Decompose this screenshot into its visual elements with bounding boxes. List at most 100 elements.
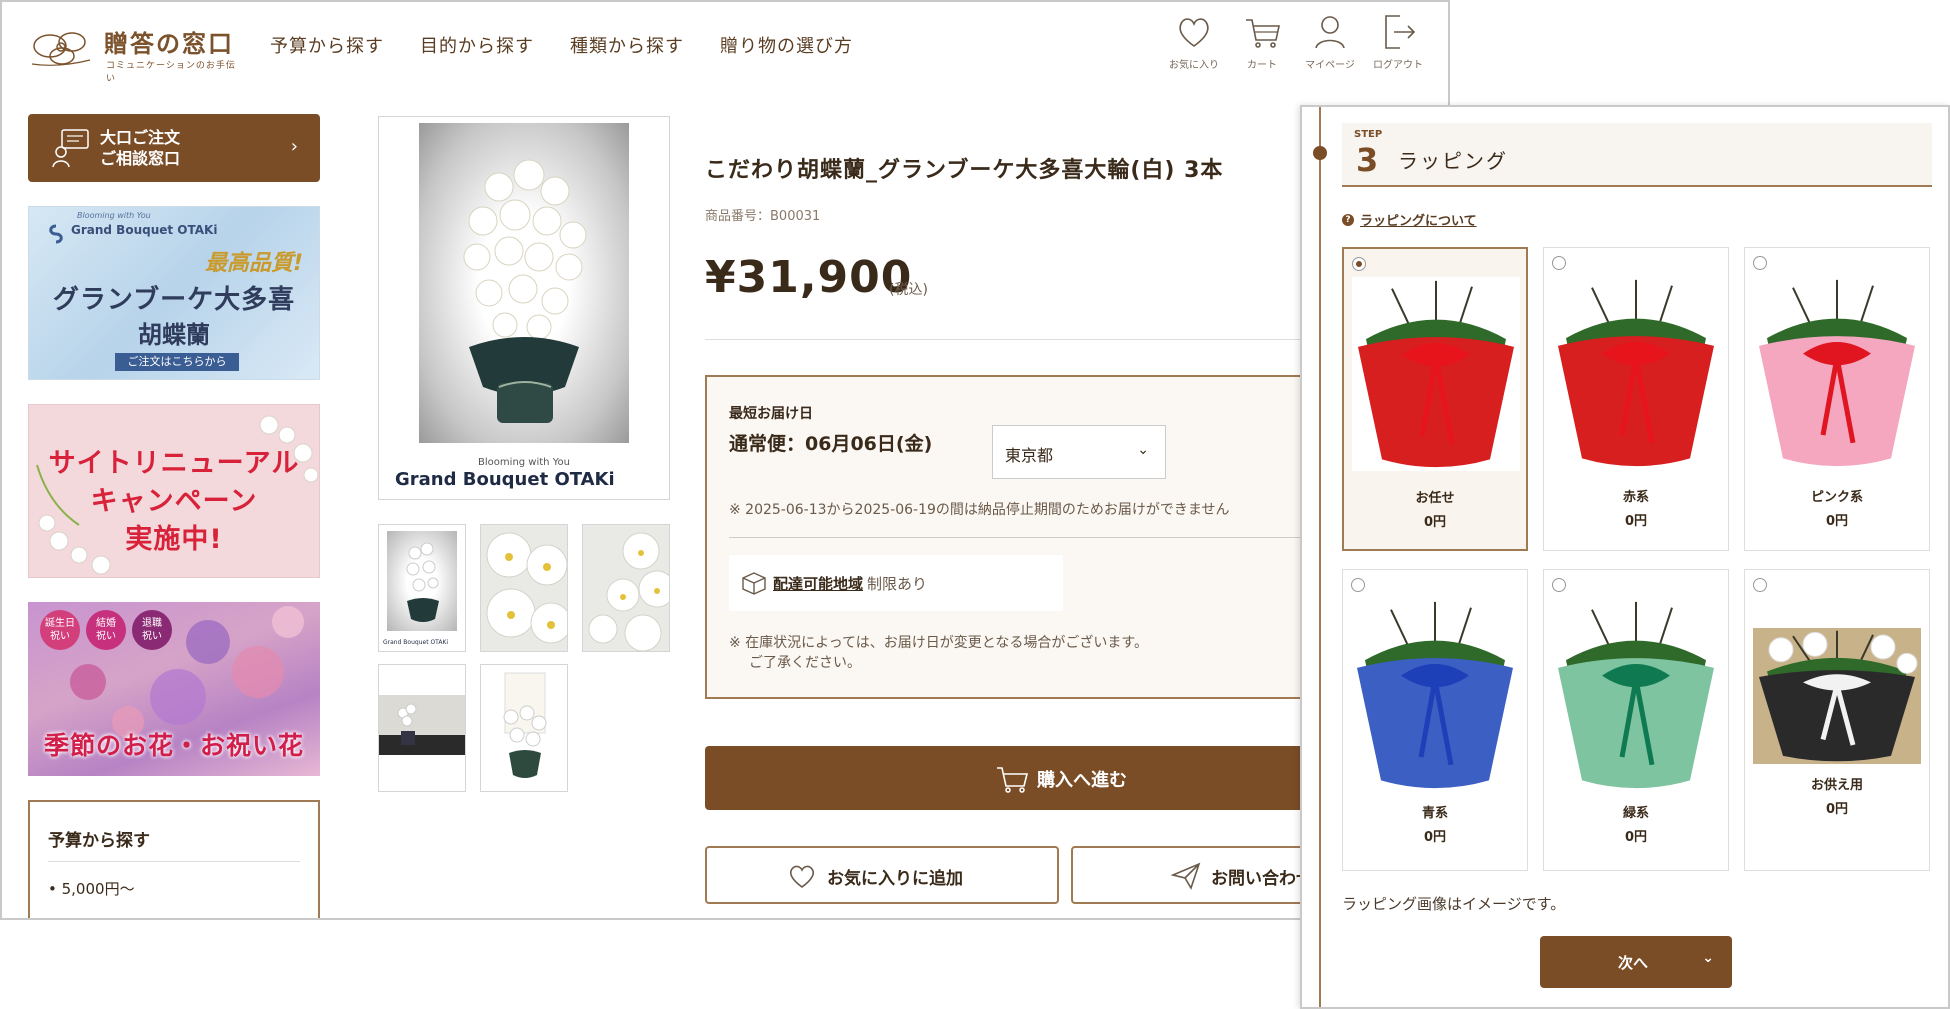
logout-link[interactable]: ログアウト — [1364, 12, 1432, 71]
prefecture-value: 東京都 — [1005, 446, 1054, 465]
about-wrapping-link[interactable]: ? ラッピングについて — [1342, 210, 1477, 229]
tag-birthday-l2: 祝い — [50, 631, 70, 642]
wrapping-option-radio[interactable] — [1552, 578, 1566, 592]
user-icon — [1315, 16, 1345, 49]
bulk-order-button[interactable]: 大口ご注文 ご相談窓口 › — [28, 114, 320, 182]
cart-icon — [1246, 19, 1280, 48]
wrapping-option-card[interactable]: 青系 0円 — [1342, 569, 1528, 871]
tag-retirement-l1: 退職 — [142, 618, 162, 629]
site-logo[interactable]: 贈答の窓口 コミュニケーションのお手伝い — [28, 22, 238, 84]
orchid-pot-image — [463, 159, 587, 423]
product-main-image[interactable]: Blooming with You Grand Bouquet OTAKi — [378, 116, 670, 500]
send-icon — [1171, 862, 1201, 890]
nav-type[interactable]: 種類から探す — [570, 32, 684, 58]
product-code: 商品番号：B00031 — [705, 209, 821, 224]
banner-title-line1: グランブーケ大多喜 — [52, 285, 296, 315]
seasonal-title: 季節のお花・お祝い花 — [43, 731, 304, 760]
add-to-favorites-button[interactable]: お気に入りに追加 — [705, 846, 1059, 904]
favorites-label: お気に入り — [1169, 60, 1219, 71]
step-progress-dot — [1313, 146, 1327, 160]
product-page-window: 贈答の窓口 コミュニケーションのお手伝い 予算から探す 目的から探す 種類から探… — [0, 0, 1450, 920]
image-caption-tagline: Blooming with You — [478, 457, 570, 468]
wrapping-photo — [1351, 598, 1519, 792]
product-thumbnail[interactable] — [480, 664, 568, 792]
wrapping-option-radio[interactable] — [1753, 578, 1767, 592]
bulk-order-line2: ご相談窓口 — [100, 149, 181, 168]
wrapping-option-price: 0円 — [1624, 830, 1648, 845]
cart-link[interactable]: カート — [1228, 12, 1296, 71]
site-header: 贈答の窓口 コミュニケーションのお手伝い 予算から探す 目的から探す 種類から探… — [2, 2, 1448, 92]
banner-grand-bouquet[interactable]: Blooming with You Grand Bouquet OTAKi 最高… — [28, 206, 320, 380]
product-thumbnail[interactable] — [582, 524, 670, 652]
wrapping-option-card[interactable]: お任せ 0円 — [1342, 247, 1528, 551]
banner-renewal-campaign[interactable]: サイトリニューアル キャンペーン 実施中! — [28, 404, 320, 578]
wrapping-option-radio[interactable] — [1352, 257, 1366, 271]
banner-brand-name: Grand Bouquet OTAKi — [71, 223, 218, 237]
tax-note: (税込) — [889, 282, 928, 298]
purchase-label: 購入へ進む — [1037, 770, 1127, 791]
banner-title-line2: 胡蝶蘭 — [138, 321, 210, 349]
step-progress-line — [1319, 107, 1321, 1007]
brand-mark-icon — [49, 224, 63, 244]
wrapping-option-name: 赤系 — [1622, 490, 1649, 505]
logo-subtitle: コミュニケーションのお手伝い — [106, 61, 236, 84]
nav-purpose[interactable]: 目的から探す — [420, 32, 534, 58]
tag-wedding-l2: 祝い — [96, 631, 116, 642]
chevron-down-icon: ⌄ — [1137, 442, 1149, 458]
wrapping-option-card[interactable]: 緑系 0円 — [1543, 569, 1729, 871]
budget-heading: 予算から探す — [48, 826, 300, 862]
wrapping-photo — [1552, 276, 1720, 470]
thumb-orchid-closeup — [486, 532, 567, 644]
wrapping-photo — [1352, 277, 1520, 471]
cart-label: カート — [1247, 60, 1277, 71]
cart-icon — [997, 767, 1029, 793]
thumb-orchid-side — [588, 532, 669, 651]
product-thumbnail[interactable] — [480, 524, 568, 652]
wrapping-option-radio[interactable] — [1753, 256, 1767, 270]
wrapping-image-note: ラッピング画像はイメージです。 — [1342, 895, 1566, 913]
logo-title: 贈答の窓口 — [104, 30, 234, 58]
banner-cta: ご注文はこちらから — [115, 353, 239, 371]
inquiry-label: お問い合わせ — [1211, 868, 1313, 889]
wrapping-option-name: 青系 — [1421, 806, 1448, 821]
budget-item[interactable]: • 5,000円〜 — [48, 878, 300, 899]
wrapping-photo — [1552, 598, 1720, 792]
product-thumbnail[interactable] — [378, 664, 466, 792]
budget-item-label: 5,000円〜 — [61, 880, 135, 898]
wrapping-option-card[interactable]: 赤系 0円 — [1543, 247, 1729, 551]
main-nav: 予算から探す 目的から探す 種類から探す 贈り物の選び方 — [270, 32, 853, 58]
chevron-right-icon: › — [290, 136, 298, 157]
wrapping-option-card[interactable]: ピンク系 0円 — [1744, 247, 1930, 551]
thumb-orchid-pot — [406, 542, 439, 622]
prefecture-select[interactable]: 東京都 ⌄ — [992, 425, 1166, 479]
wrapping-option-card[interactable]: お供え用 0円 — [1744, 569, 1930, 871]
favorites-link[interactable]: お気に入り — [1160, 12, 1228, 71]
earliest-delivery-date: 通常便：06月06日(金) — [729, 433, 933, 455]
nav-gift-guide[interactable]: 贈り物の選び方 — [720, 32, 853, 58]
stock-note-line1: ※ 在庫状況によっては、お届け日が変更となる場合がございます。 — [729, 635, 1148, 651]
thumb-caption: Grand Bouquet OTAKi — [383, 639, 449, 646]
nav-budget[interactable]: 予算から探す — [270, 32, 384, 58]
orchid-logo-icon — [31, 32, 91, 66]
step-number: 3 — [1356, 141, 1379, 179]
product-thumbnail[interactable]: Grand Bouquet OTAKi — [378, 524, 466, 652]
wrapping-option-price: 0円 — [1423, 515, 1447, 530]
product-price: ¥31,900 — [705, 252, 913, 303]
heart-icon — [789, 865, 815, 888]
wrapping-option-name: ピンク系 — [1810, 490, 1863, 505]
banner-seasonal-flowers[interactable]: 誕生日 祝い 結婚 祝い 退職 祝い 季節のお花・お祝い花 — [28, 602, 320, 776]
wrapping-option-radio[interactable] — [1351, 578, 1365, 592]
wrapping-option-price: 0円 — [1423, 830, 1447, 845]
mypage-link[interactable]: マイページ — [1296, 12, 1364, 71]
tag-retirement: 退職 祝い — [132, 610, 172, 650]
wrapping-option-radio[interactable] — [1552, 256, 1566, 270]
wrapping-step-panel: STEP 3 ラッピング ? ラッピングについて お任せ 0円 赤系 0円 ピンク系 0円… — [1300, 105, 1950, 1009]
wrapping-option-price: 0円 — [1825, 514, 1849, 529]
chevron-down-icon: ⌄ — [1702, 950, 1714, 966]
banner-brand-tagline: Blooming with You — [77, 211, 151, 220]
divider — [729, 537, 1329, 538]
delivery-region-notice: 配達可能地域 制限あり — [729, 555, 1063, 611]
sidebar: 大口ご注文 ご相談窓口 › Blooming with You Grand Bo… — [28, 114, 320, 918]
next-button[interactable]: 次へ ⌄ — [1540, 936, 1732, 988]
delivery-area-link[interactable]: 配達可能地域 — [773, 573, 863, 594]
